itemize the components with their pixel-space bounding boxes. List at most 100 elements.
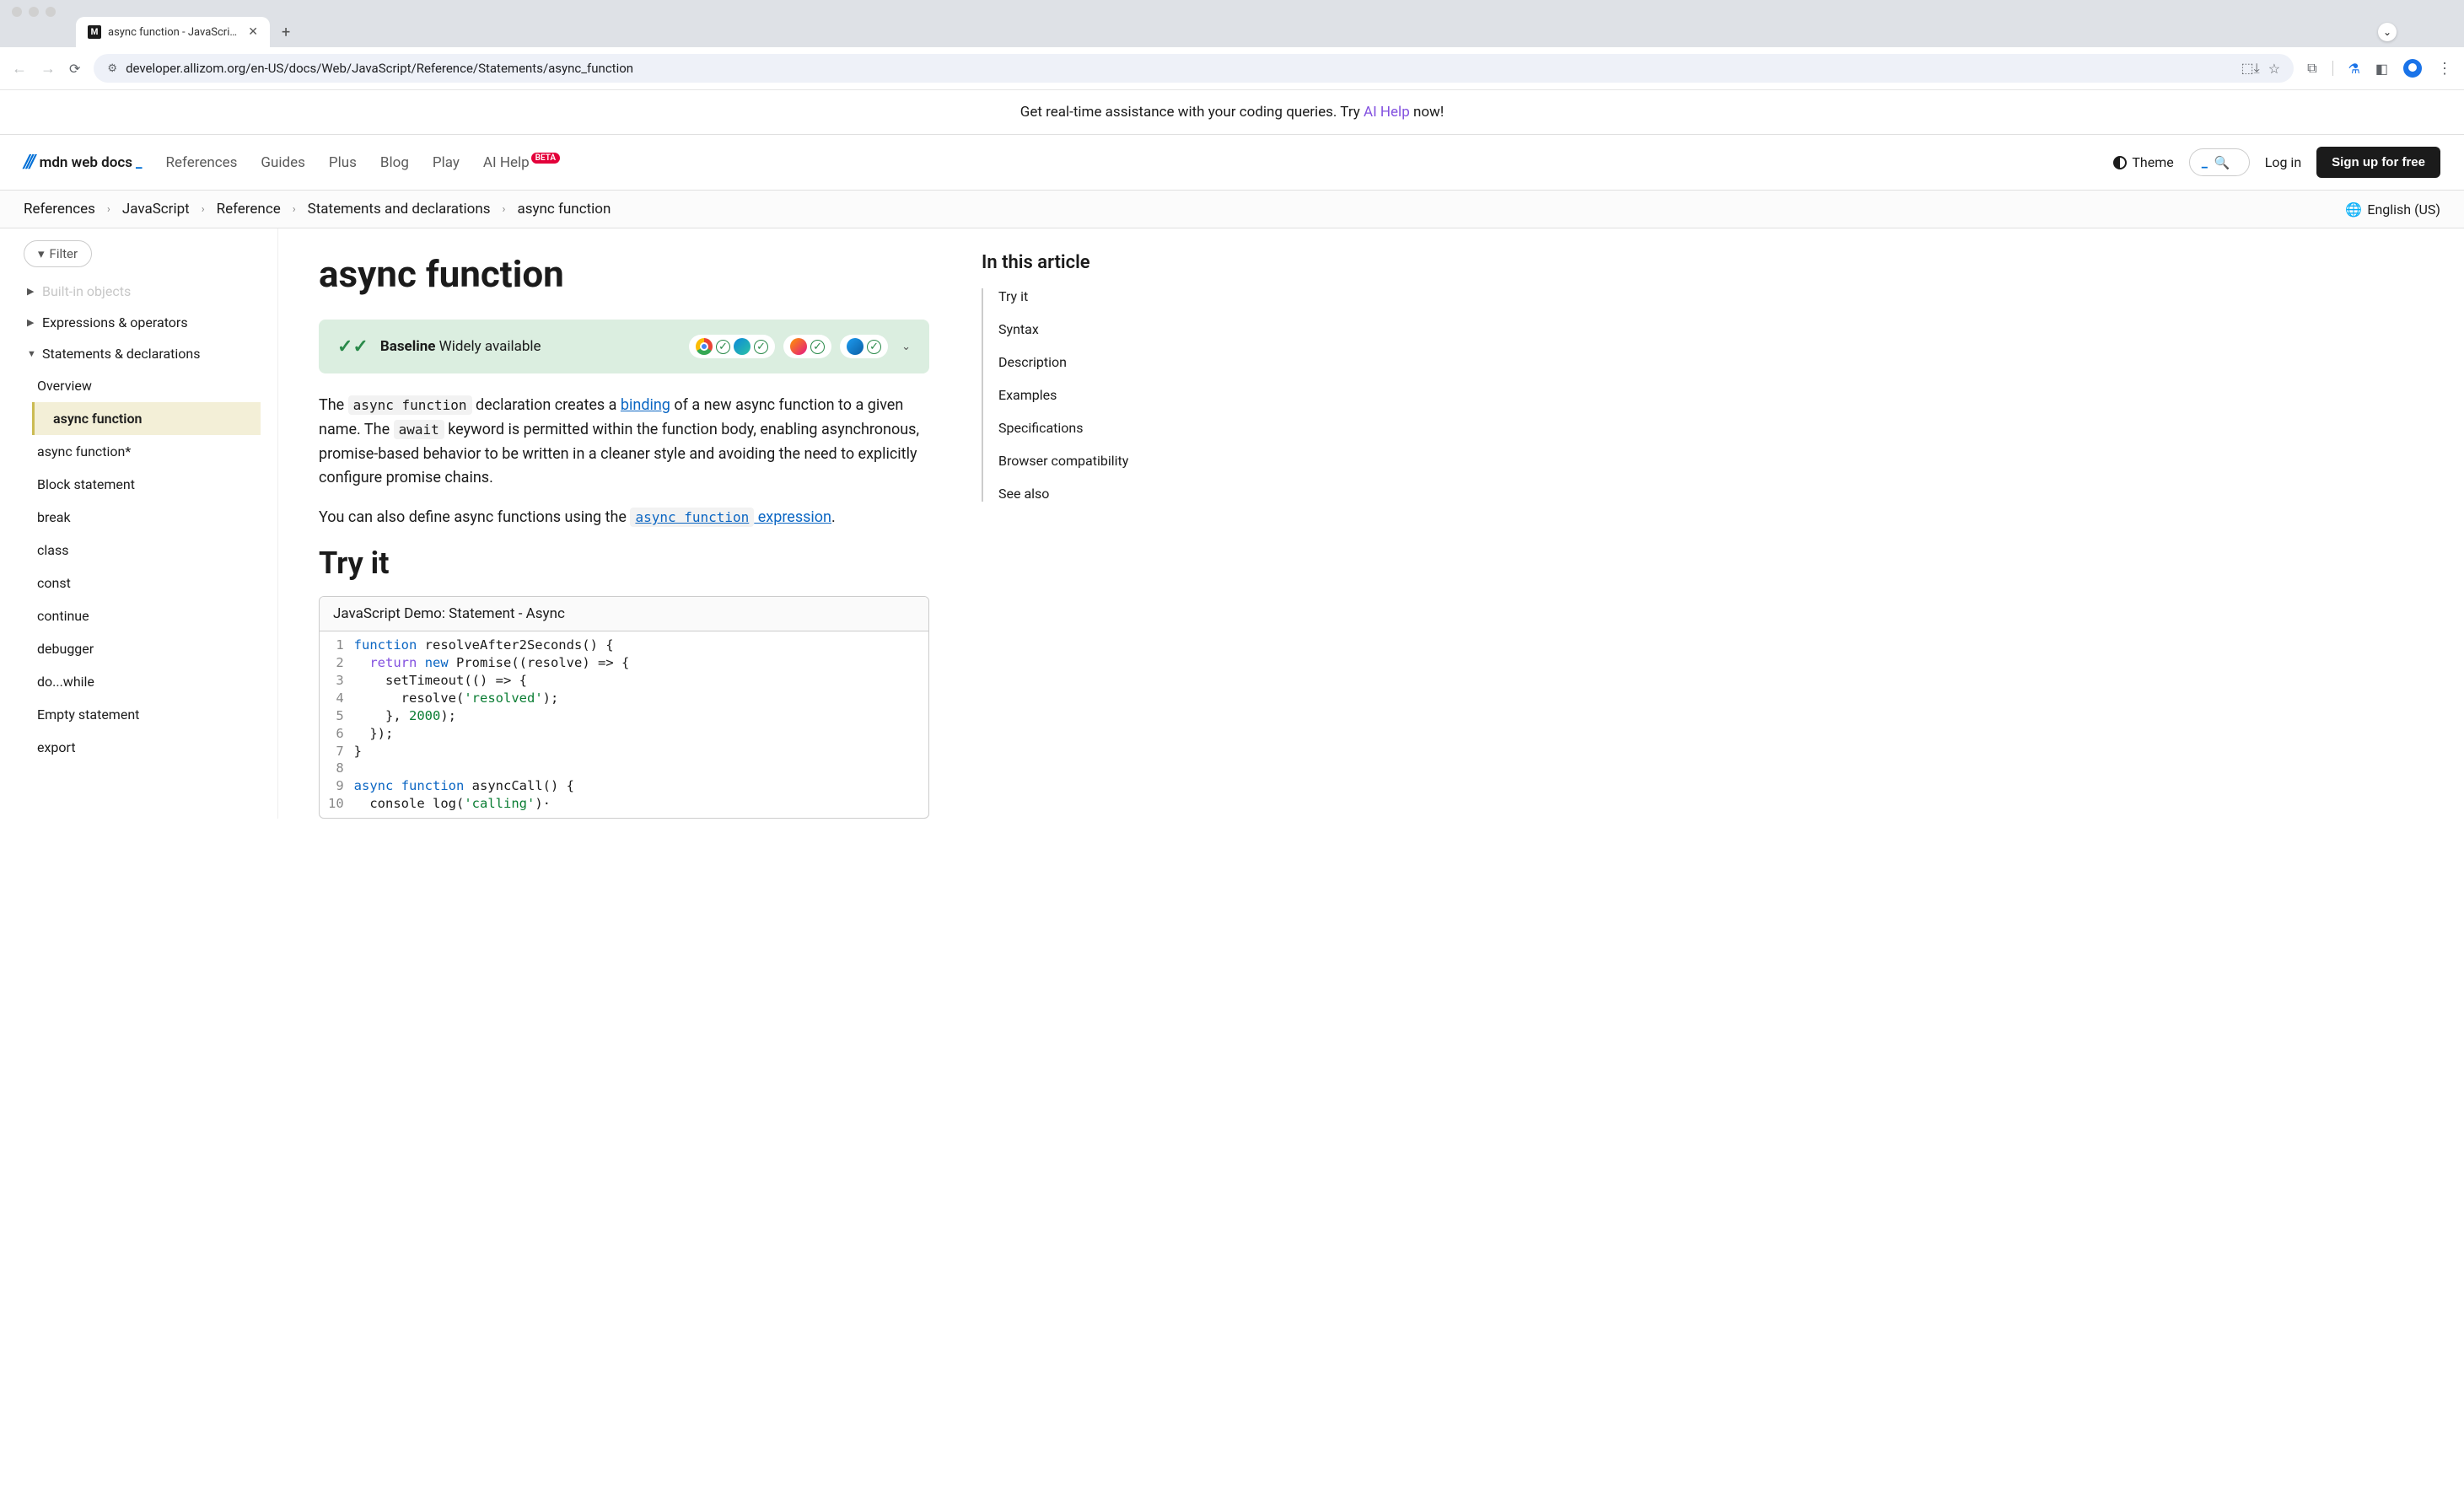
expand-right-icon: ▶ [27,317,37,328]
crumb-javascript[interactable]: JavaScript [122,201,190,218]
toc-browser-compat[interactable]: Browser compatibility [998,453,1182,469]
intro-paragraph-2: You can also define async functions usin… [319,506,929,530]
toc-syntax[interactable]: Syntax [998,321,1182,337]
beta-badge: BETA [531,153,560,164]
tab-close-icon[interactable]: ✕ [248,25,258,39]
baseline-panel[interactable]: ✓✓ Baseline Widely available ✓ ✓ ✓ ✓ ⌄ [319,320,929,373]
chevron-right-icon: › [293,203,296,216]
traffic-light-minimize[interactable] [29,7,39,17]
crumb-current[interactable]: async function [517,201,611,218]
check-icon: ✓ [716,340,730,354]
leaf-dowhile[interactable]: do...while [24,665,269,698]
toc-heading: In this article [982,252,1182,273]
install-app-icon[interactable]: ⬚⤓ [2241,60,2260,77]
reload-button[interactable]: ⟳ [69,61,80,77]
badge-chrome-edge: ✓ ✓ [689,335,775,358]
leaf-break[interactable]: break [24,501,269,534]
leaf-debugger[interactable]: debugger [24,632,269,665]
browser-tab-active[interactable]: M async function - JavaScript | ✕ [76,17,270,47]
promo-link[interactable]: AI Help [1364,104,1410,121]
tab-list-dropdown[interactable]: ⌄ [2378,23,2397,41]
link-async-expression[interactable]: async function expression [630,508,831,526]
new-tab-button[interactable]: + [282,24,290,41]
intro-link-code: async function [630,508,754,527]
promo-text-post: now! [1410,104,1444,121]
intro-paragraph-1: The async function declaration creates a… [319,394,929,491]
leaf-continue[interactable]: continue [24,599,269,632]
check-icon: ✓ [754,340,768,354]
nav-ai-help-label: AI Help [483,154,530,171]
toc-see-also[interactable]: See also [998,486,1182,502]
leaf-empty[interactable]: Empty statement [24,698,269,731]
toc-try-it[interactable]: Try it [998,288,1182,304]
nav-ai-help[interactable]: AI HelpBETA [483,154,558,171]
leaf-export[interactable]: export [24,731,269,764]
signup-button[interactable]: Sign up for free [2316,147,2440,178]
address-bar[interactable]: ⚙ developer.allizom.org/en-US/docs/Web/J… [94,54,2294,83]
leaf-class[interactable]: class [24,534,269,567]
expand-right-icon: ▶ [27,286,37,297]
filter-input[interactable]: ▾ Filter [24,240,92,267]
tab-bar: M async function - JavaScript | ✕ + ⌄ [0,17,2464,47]
nav-plus[interactable]: Plus [329,154,357,171]
bookmark-star-icon[interactable]: ☆ [2268,61,2280,77]
leaf-const[interactable]: const [24,567,269,599]
baseline-strong: Baseline [380,338,436,355]
back-button[interactable]: ← [12,60,27,78]
language-selector[interactable]: 🌐 English (US) [2345,201,2440,218]
chevron-down-icon[interactable]: ⌄ [901,341,911,353]
site-header: /// mdn web docs _ References Guides Plu… [0,135,2464,191]
search-cursor-icon: _ [2202,154,2208,170]
profile-avatar[interactable] [2403,59,2422,78]
promo-banner: Get real-time assistance with your codin… [0,90,2464,135]
traffic-light-zoom[interactable] [46,7,56,17]
link-binding[interactable]: binding [621,396,670,414]
tree-label: Expressions & operators [42,314,188,330]
intro-code: await [394,420,444,439]
tree-label: Statements & declarations [42,346,201,362]
leaf-overview[interactable]: Overview [24,369,269,402]
window-controls [0,0,2464,17]
leaf-block[interactable]: Block statement [24,468,269,501]
browser-menu-icon[interactable]: ⋮ [2437,60,2452,78]
tree-expressions[interactable]: ▶ Expressions & operators [24,307,269,338]
crumb-reference[interactable]: Reference [217,201,281,218]
traffic-light-close[interactable] [12,7,22,17]
leaf-async-function-star[interactable]: async function* [24,435,269,468]
nav-play[interactable]: Play [433,154,460,171]
side-panel-icon[interactable]: ◧ [2375,61,2388,77]
code-editor[interactable]: 12345678910 function resolveAfter2Second… [320,631,928,818]
nav-guides[interactable]: Guides [261,154,304,171]
nav-blog[interactable]: Blog [380,154,409,171]
crumb-statements[interactable]: Statements and declarations [308,201,491,218]
chevron-right-icon: › [503,203,506,216]
crumb-references[interactable]: References [24,201,95,218]
theme-toggle[interactable]: Theme [2113,154,2173,170]
labs-flask-icon[interactable]: ⚗ [2348,61,2360,77]
mdn-logo-text: mdn web docs [40,154,132,171]
chevron-right-icon: › [107,203,110,216]
intro-code: async function [348,395,472,415]
heading-try-it: Try it [319,545,929,581]
tree-statements[interactable]: ▼ Statements & declarations [24,338,269,369]
leaf-async-function[interactable]: async function [32,402,261,435]
chevron-right-icon: › [202,203,205,216]
forward-button[interactable]: → [40,60,56,78]
tree-builtins[interactable]: ▶ Built-in objects [24,276,269,307]
firefox-icon [790,338,807,355]
filter-funnel-icon: ▾ [38,246,45,261]
theme-label: Theme [2132,154,2173,170]
login-link[interactable]: Log in [2265,154,2301,170]
toc-description[interactable]: Description [998,354,1182,370]
toc-examples[interactable]: Examples [998,387,1182,403]
demo-box: JavaScript Demo: Statement - Async 12345… [319,596,929,819]
mdn-logo[interactable]: /// mdn web docs _ [24,152,143,173]
site-settings-icon[interactable]: ⚙ [107,62,117,75]
search-input[interactable]: _ 🔍 [2189,148,2250,176]
toc-specifications[interactable]: Specifications [998,420,1182,436]
check-double-icon: ✓✓ [337,336,369,357]
language-label: English (US) [2367,201,2440,218]
extensions-icon[interactable]: ⧉ [2307,60,2316,77]
browser-chrome: M async function - JavaScript | ✕ + ⌄ ← … [0,0,2464,90]
nav-references[interactable]: References [166,154,238,171]
